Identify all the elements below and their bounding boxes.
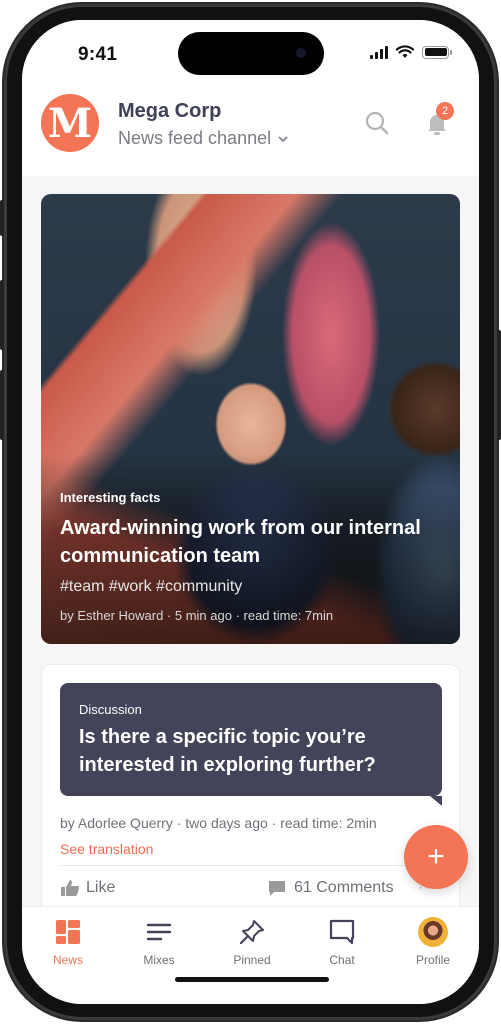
chat-bubble-icon — [329, 919, 355, 945]
comments-button[interactable]: 61 Comments — [268, 879, 394, 897]
channel-selector[interactable]: News feed channel — [118, 128, 289, 149]
notifications-button[interactable]: 2 — [422, 102, 454, 138]
comment-icon — [269, 880, 285, 896]
create-post-button[interactable]: + — [404, 825, 468, 889]
discussion-meta: by Adorlee Querry · two days ago · read … — [60, 815, 377, 831]
discussion-card: Discussion Is there a specific topic you… — [41, 664, 460, 906]
discussion-title: Is there a specific topic you’re interes… — [79, 726, 376, 776]
status-icons — [370, 45, 452, 59]
bottom-tab-bar: News Mixes Pinned Chat Profile — [22, 906, 479, 1004]
home-indicator[interactable] — [175, 977, 329, 982]
tab-chat[interactable]: Chat — [302, 917, 382, 967]
volume-up-button — [0, 280, 4, 350]
status-bar: 9:41 — [22, 20, 479, 92]
power-button — [497, 330, 501, 440]
screen: 9:41 M Mega Corp News feed channel 2 Int… — [22, 20, 479, 1004]
thumbs-up-icon — [61, 880, 80, 896]
chevron-down-icon — [278, 135, 288, 142]
cellular-signal-icon — [370, 45, 388, 59]
article-title: Award-winning work from our internal com… — [60, 517, 421, 567]
tab-mixes[interactable]: Mixes — [119, 917, 199, 967]
tab-label: Mixes — [143, 953, 175, 967]
action-button — [0, 200, 4, 236]
search-button[interactable] — [362, 108, 392, 138]
organization-name: Mega Corp — [118, 100, 222, 122]
news-feed: Interesting facts Award-winning work fro… — [22, 176, 479, 906]
article-category: Interesting facts — [60, 490, 161, 505]
channel-name: News feed channel — [118, 128, 272, 148]
comments-count: 61 Comments — [294, 879, 394, 896]
volume-down-button — [0, 370, 4, 440]
app-header: M Mega Corp News feed channel 2 — [22, 92, 479, 176]
battery-icon — [422, 45, 452, 59]
article-meta: by Esther Howard · 5 min ago · read time… — [60, 608, 334, 623]
lines-icon — [146, 923, 172, 941]
camera-icon — [296, 48, 306, 58]
featured-article-card[interactable]: Interesting facts Award-winning work fro… — [41, 194, 460, 644]
tab-profile[interactable]: Profile — [393, 917, 473, 967]
tab-news[interactable]: News — [28, 917, 108, 967]
see-translation-link[interactable]: See translation — [60, 841, 153, 857]
tab-label: Pinned — [233, 953, 271, 967]
status-time: 9:41 — [78, 44, 118, 65]
tab-label: Chat — [329, 953, 355, 967]
company-logo: M — [41, 94, 99, 152]
like-label: Like — [86, 879, 116, 896]
wifi-icon — [396, 45, 414, 58]
search-icon — [365, 111, 389, 135]
notification-badge: 2 — [436, 102, 454, 120]
tab-label: Profile — [415, 953, 450, 967]
avatar — [418, 917, 448, 947]
discussion-category: Discussion — [79, 702, 142, 717]
discussion-bubble[interactable]: Discussion Is there a specific topic you… — [60, 683, 442, 806]
divider — [60, 865, 443, 866]
like-button[interactable]: Like — [60, 879, 115, 897]
dynamic-island — [178, 32, 324, 75]
tab-pinned[interactable]: Pinned — [212, 917, 292, 967]
grid-icon — [56, 920, 80, 944]
tab-label: News — [52, 953, 83, 967]
pin-icon — [239, 920, 264, 945]
article-tags: #team #work #community — [60, 578, 243, 595]
